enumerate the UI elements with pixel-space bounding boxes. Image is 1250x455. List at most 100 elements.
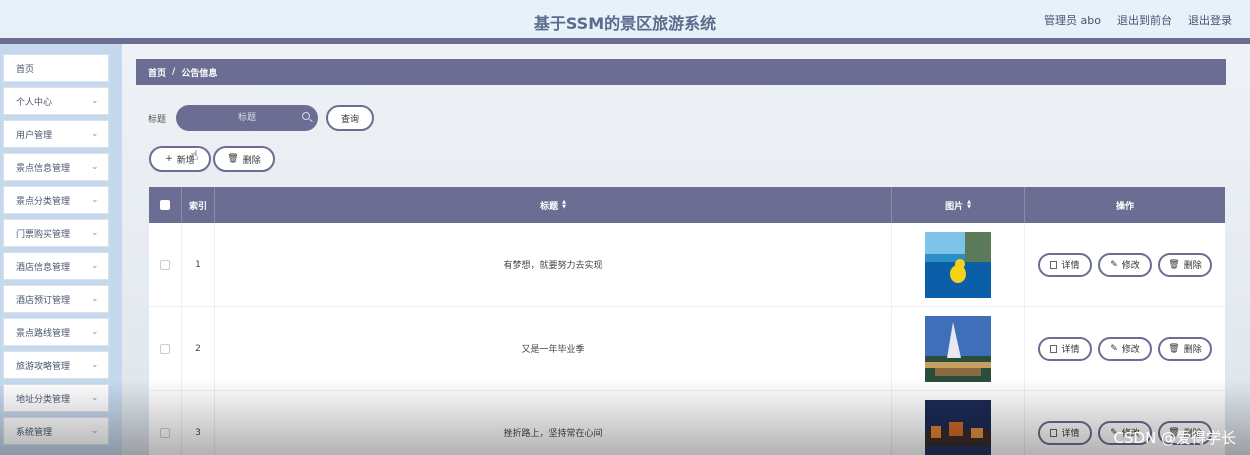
sidebar-item-label: 景点信息管理 [16, 163, 71, 174]
delete-button[interactable]: 🗑 删除 [213, 146, 275, 172]
chevron-down-icon: ⌄ [91, 327, 99, 337]
row-check-cell [149, 307, 182, 390]
search-icon [302, 112, 311, 120]
column-header-operation: 操作 [1115, 201, 1134, 212]
detail-label: 详情 [1061, 345, 1080, 355]
breadcrumb-separator: / [172, 67, 176, 77]
pencil-icon: ✎ [1110, 343, 1118, 354]
search-input[interactable] [176, 105, 319, 131]
row-delete-button[interactable]: 🗑 删除 [1158, 336, 1212, 361]
query-button[interactable]: 查询 [326, 105, 375, 131]
row-checkbox[interactable] [160, 259, 170, 270]
row-image-cell [892, 223, 1025, 306]
sidebar-item-hotel-info[interactable]: 酒店信息管理 ⌄ [3, 252, 109, 280]
sidebar-item-address-category[interactable]: 地址分类管理 ⌄ [3, 384, 109, 412]
trash-icon: 🗑 [1168, 343, 1180, 354]
column-header-index: 索引 [182, 187, 215, 223]
delete-label: 删除 [1183, 261, 1202, 271]
chevron-down-icon: ⌄ [91, 426, 99, 436]
current-user: 管理员 abo [1044, 14, 1101, 27]
table-header: 索引 标题 ▲ ▼ 图片 ▲ ▼ 操作 [149, 187, 1225, 223]
sidebar-item-spot-route[interactable]: 景点路线管理 ⌄ [3, 318, 109, 346]
sidebar-item-spot-info[interactable]: 景点信息管理 ⌄ [3, 153, 109, 181]
action-row: + 新增 🗑 删除 [149, 146, 275, 172]
mouse-cursor-icon: ☝ [190, 148, 199, 164]
column-header-title[interactable]: 标题 ▲ ▼ [215, 187, 892, 223]
exit-to-front-link[interactable]: 退出到前台 [1117, 12, 1172, 28]
search-row: 标题 查询 [148, 105, 375, 131]
row-index: 2 [182, 307, 215, 390]
sidebar-item-label: 门票购买管理 [16, 229, 71, 240]
select-all-checkbox[interactable] [160, 200, 170, 210]
sidebar-item-label: 个人中心 [16, 97, 53, 108]
top-header: 基于SSM的景区旅游系统 管理员 abo 退出到前台 退出登录 [0, 0, 1250, 40]
document-icon [1050, 260, 1058, 269]
row-checkbox[interactable] [160, 343, 170, 354]
document-icon [1050, 344, 1058, 353]
sidebar-item-spot-category[interactable]: 景点分类管理 ⌄ [3, 186, 109, 214]
delete-button-label: 删除 [242, 155, 261, 166]
edit-label: 修改 [1121, 345, 1140, 355]
row-check-cell [149, 391, 182, 455]
row-title: 又是一年毕业季 [215, 307, 892, 390]
row-delete-button[interactable]: 🗑 删除 [1158, 252, 1212, 277]
row-image-cell [892, 307, 1025, 390]
row-checkbox[interactable] [160, 427, 170, 438]
trash-icon: 🗑 [1168, 259, 1180, 270]
night-town-image [925, 399, 991, 455]
sidebar-item-label: 系统管理 [16, 427, 53, 438]
sidebar-item-personal-center[interactable]: 个人中心 ⌄ [3, 87, 109, 115]
row-title: 有梦想，就要努力去实现 [215, 223, 892, 306]
chevron-down-icon: ⌄ [91, 261, 99, 271]
sidebar-item-label: 景点路线管理 [16, 328, 71, 339]
sidebar-item-label: 酒店信息管理 [16, 262, 71, 273]
plus-icon: + [165, 154, 173, 164]
document-icon [1050, 428, 1058, 437]
chevron-down-icon: ⌄ [91, 195, 99, 205]
edit-button[interactable]: ✎ 修改 [1098, 336, 1152, 361]
column-image-label: 图片 [945, 201, 964, 212]
column-header-image[interactable]: 图片 ▲ ▼ [892, 187, 1025, 223]
notice-table: 索引 标题 ▲ ▼ 图片 ▲ ▼ 操作 1 有梦想，就要努力去实现 详情 ✎ 修… [149, 187, 1225, 455]
sort-icon: ▲ ▼ [967, 199, 971, 210]
sidebar-item-system[interactable]: 系统管理 ⌄ [3, 417, 109, 445]
search-label: 标题 [148, 114, 167, 125]
chevron-down-icon: ⌄ [91, 360, 99, 370]
header-links: 管理员 abo 退出到前台 退出登录 [1044, 12, 1232, 28]
row-title: 挫折路上，坚持常在心间 [215, 391, 892, 455]
chevron-down-icon: ⌄ [91, 393, 99, 403]
sail-hotel-image [925, 315, 991, 382]
breadcrumb-home[interactable]: 首页 [148, 66, 166, 79]
row-index: 1 [182, 223, 215, 306]
pencil-icon: ✎ [1110, 259, 1118, 270]
sidebar-item-label: 用户管理 [16, 130, 53, 141]
sidebar-item-travel-guide[interactable]: 旅游攻略管理 ⌄ [3, 351, 109, 379]
edit-button[interactable]: ✎ 修改 [1098, 252, 1152, 277]
edit-label: 修改 [1121, 261, 1140, 271]
detail-button[interactable]: 详情 [1038, 336, 1092, 361]
sidebar-item-ticket-purchase[interactable]: 门票购买管理 ⌄ [3, 219, 109, 247]
row-image-cell [892, 391, 1025, 455]
sidebar-item-user-management[interactable]: 用户管理 ⌄ [3, 120, 109, 148]
row-actions: 详情 ✎ 修改 🗑 删除 [1025, 223, 1225, 306]
sidebar-item-hotel-booking[interactable]: 酒店预订管理 ⌄ [3, 285, 109, 313]
main-content: 首页 / 公告信息 标题 查询 + 新增 🗑 删除 ☝ 索引 标题▲▼ 图片▲▼… [122, 44, 1250, 455]
detail-label: 详情 [1061, 261, 1080, 271]
sidebar-item-label: 首页 [16, 64, 35, 75]
add-button[interactable]: + 新增 [149, 146, 211, 172]
sidebar-item-label: 地址分类管理 [16, 394, 71, 405]
detail-button[interactable]: 详情 [1038, 252, 1092, 277]
chevron-down-icon: ⌄ [91, 129, 99, 139]
sidebar-item-label: 酒店预订管理 [16, 295, 71, 306]
duck-pool-image [925, 231, 991, 298]
row-index: 3 [182, 391, 215, 455]
chevron-down-icon: ⌄ [91, 162, 99, 172]
table-row: 2 又是一年毕业季 详情 ✎ 修改 🗑 删除 [149, 307, 1225, 391]
delete-label: 删除 [1183, 345, 1202, 355]
detail-button[interactable]: 详情 [1038, 420, 1092, 445]
chevron-down-icon: ⌄ [91, 294, 99, 304]
sidebar-item-home[interactable]: 首页 [3, 54, 109, 82]
chevron-down-icon: ⌄ [91, 228, 99, 238]
logout-link[interactable]: 退出登录 [1188, 12, 1232, 28]
trash-icon: 🗑 [227, 154, 239, 164]
